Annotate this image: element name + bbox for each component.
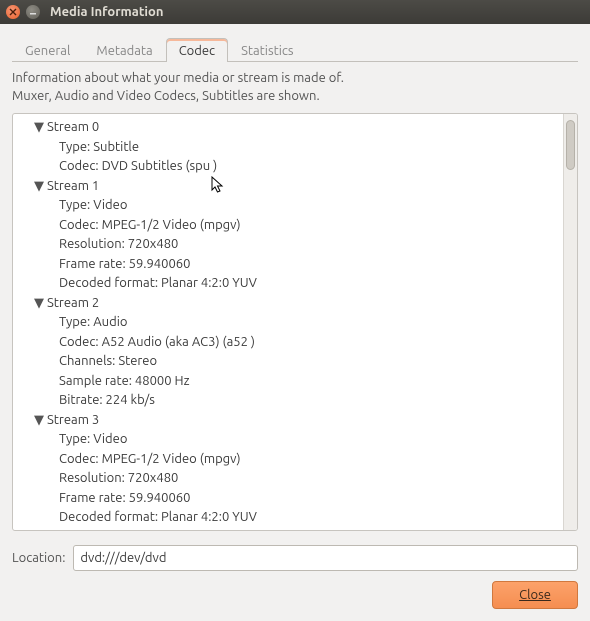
close-button-label: Close bbox=[519, 588, 551, 602]
stream-header-label: Stream 1 bbox=[47, 177, 99, 197]
stream-header-label: Stream 0 bbox=[47, 118, 99, 138]
stream-property[interactable]: Bitrate: 224 kb/s bbox=[19, 391, 559, 411]
stream-header[interactable]: ▼Stream 0 bbox=[19, 118, 559, 138]
twisty-icon[interactable]: ▼ bbox=[33, 177, 45, 197]
stream-header[interactable]: ▼Stream 2 bbox=[19, 294, 559, 314]
content-area: General Metadata Codec Statistics Inform… bbox=[0, 24, 590, 621]
dialog-button-row: Close bbox=[12, 581, 578, 609]
stream-header-label: Stream 4 bbox=[47, 528, 99, 530]
tab-bar: General Metadata Codec Statistics bbox=[12, 34, 578, 62]
window-minimize-icon[interactable] bbox=[26, 5, 40, 19]
stream-header[interactable]: ▼Stream 4 bbox=[19, 528, 559, 530]
stream-property[interactable]: Codec: MPEG-1/2 Video (mpgv) bbox=[19, 450, 559, 470]
stream-property[interactable]: Sample rate: 48000 Hz bbox=[19, 372, 559, 392]
stream-property[interactable]: Codec: DVD Subtitles (spu ) bbox=[19, 157, 559, 177]
stream-property[interactable]: Type: Video bbox=[19, 196, 559, 216]
desc-line-1: Information about what your media or str… bbox=[12, 70, 578, 88]
window-close-icon[interactable] bbox=[6, 5, 20, 19]
codec-tree-container: ▼Stream 0Type: SubtitleCodec: DVD Subtit… bbox=[12, 113, 578, 531]
tab-description: Information about what your media or str… bbox=[12, 70, 578, 105]
twisty-icon[interactable]: ▼ bbox=[33, 411, 45, 431]
stream-property[interactable]: Codec: MPEG-1/2 Video (mpgv) bbox=[19, 216, 559, 236]
stream-property[interactable]: Type: Audio bbox=[19, 313, 559, 333]
codec-tree[interactable]: ▼Stream 0Type: SubtitleCodec: DVD Subtit… bbox=[13, 114, 563, 530]
vertical-scrollbar[interactable] bbox=[563, 114, 577, 530]
titlebar: Media Information bbox=[0, 0, 590, 24]
stream-property[interactable]: Resolution: 720x480 bbox=[19, 235, 559, 255]
tab-metadata[interactable]: Metadata bbox=[83, 38, 165, 62]
twisty-icon[interactable]: ▼ bbox=[33, 118, 45, 138]
stream-header[interactable]: ▼Stream 1 bbox=[19, 177, 559, 197]
window-title: Media Information bbox=[50, 5, 163, 19]
location-row: Location: bbox=[12, 545, 578, 571]
stream-property[interactable]: Codec: A52 Audio (aka AC3) (a52 ) bbox=[19, 333, 559, 353]
tab-general[interactable]: General bbox=[12, 38, 83, 62]
stream-property[interactable]: Resolution: 720x480 bbox=[19, 469, 559, 489]
stream-property[interactable]: Decoded format: Planar 4:2:0 YUV bbox=[19, 274, 559, 294]
stream-header[interactable]: ▼Stream 3 bbox=[19, 411, 559, 431]
desc-line-2: Muxer, Audio and Video Codecs, Subtitles… bbox=[12, 88, 578, 106]
stream-property[interactable]: Channels: Stereo bbox=[19, 352, 559, 372]
close-button[interactable]: Close bbox=[492, 581, 578, 609]
stream-header-label: Stream 2 bbox=[47, 294, 99, 314]
tab-codec[interactable]: Codec bbox=[166, 38, 228, 62]
stream-property[interactable]: Type: Subtitle bbox=[19, 138, 559, 158]
stream-property[interactable]: Type: Video bbox=[19, 430, 559, 450]
stream-property[interactable]: Decoded format: Planar 4:2:0 YUV bbox=[19, 508, 559, 528]
scrollbar-thumb[interactable] bbox=[566, 120, 575, 170]
location-label: Location: bbox=[12, 551, 65, 565]
stream-property[interactable]: Frame rate: 59.940060 bbox=[19, 489, 559, 509]
stream-header-label: Stream 3 bbox=[47, 411, 99, 431]
tab-statistics[interactable]: Statistics bbox=[228, 38, 306, 62]
twisty-icon[interactable]: ▼ bbox=[33, 528, 45, 530]
twisty-icon[interactable]: ▼ bbox=[33, 294, 45, 314]
stream-property[interactable]: Frame rate: 59.940060 bbox=[19, 255, 559, 275]
location-input[interactable] bbox=[73, 545, 578, 571]
